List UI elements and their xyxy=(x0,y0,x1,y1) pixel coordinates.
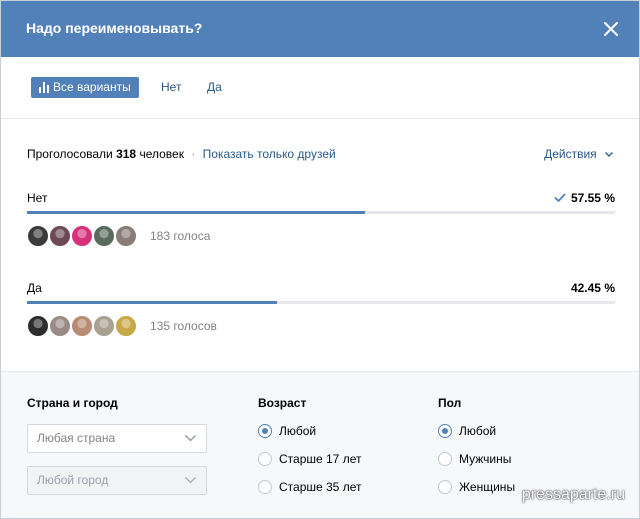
radio-circle xyxy=(438,480,452,494)
tab-no[interactable]: Нет xyxy=(161,77,181,98)
voter-count: 318 xyxy=(116,147,137,161)
radio-circle xyxy=(258,424,272,438)
avatar[interactable] xyxy=(27,315,49,337)
option-label: Нет xyxy=(27,191,48,205)
close-button[interactable] xyxy=(599,17,623,41)
radio-label: Старше 35 лет xyxy=(279,480,362,494)
tab-all-variants[interactable]: Все варианты xyxy=(31,77,139,98)
chevron-down-icon xyxy=(605,152,613,157)
option-percent: 57.55 % xyxy=(570,191,615,205)
poll-results-modal: Надо переименовывать? Все варианты Нет Д… xyxy=(0,0,640,519)
actions-menu[interactable]: Действия xyxy=(544,147,613,161)
radio-label: Любой xyxy=(459,424,497,438)
result-bar-fill xyxy=(27,301,277,304)
summary-suffix: человек xyxy=(139,147,184,161)
vote-summary: Проголосовали 318 человек · Показать тол… xyxy=(27,147,336,161)
show-friends-link[interactable]: Показать только друзей xyxy=(203,147,336,161)
avatar[interactable] xyxy=(27,225,49,247)
avatar[interactable] xyxy=(49,225,71,247)
result-bar-fill xyxy=(27,211,366,214)
variant-tabs: Все варианты Нет Да xyxy=(1,57,639,119)
votes-count[interactable]: 135 голосов xyxy=(150,319,217,333)
city-select-value: Любой город xyxy=(37,473,109,487)
option-percent: 42.45 % xyxy=(570,281,615,295)
result-bar-track xyxy=(27,211,615,214)
chevron-down-icon xyxy=(185,477,196,484)
city-select[interactable]: Любой город xyxy=(27,466,207,495)
close-icon xyxy=(604,22,618,36)
radio-label: Мужчины xyxy=(459,452,512,466)
bar-chart-icon xyxy=(39,82,49,93)
avatar[interactable] xyxy=(71,225,93,247)
radio-circle xyxy=(438,452,452,466)
modal-title: Надо переименовывать? xyxy=(26,20,203,36)
result-bar-track xyxy=(27,301,615,304)
avatar[interactable] xyxy=(93,315,115,337)
summary-separator: · xyxy=(191,147,196,161)
modal-header: Надо переименовывать? xyxy=(1,1,639,57)
avatar[interactable] xyxy=(115,225,137,247)
avatar[interactable] xyxy=(49,315,71,337)
tab-all-label: Все варианты xyxy=(53,80,131,94)
actions-label: Действия xyxy=(544,147,597,161)
radio-label: Женщины xyxy=(459,480,516,494)
check-icon xyxy=(554,193,566,202)
age-filter-title: Возраст xyxy=(258,396,307,410)
country-select-value: Любая страна xyxy=(37,431,116,445)
avatar[interactable] xyxy=(115,315,137,337)
watermark: pressaparte.ru xyxy=(521,486,625,503)
tab-yes[interactable]: Да xyxy=(207,77,222,98)
location-filter-title: Страна и город xyxy=(27,396,118,410)
radio-label: Любой xyxy=(279,424,317,438)
avatar[interactable] xyxy=(93,225,115,247)
country-select[interactable]: Любая страна xyxy=(27,424,207,453)
summary-prefix: Проголосовали xyxy=(27,147,113,161)
avatar[interactable] xyxy=(71,315,93,337)
votes-count[interactable]: 183 голоса xyxy=(150,229,210,243)
radio-circle xyxy=(258,452,272,466)
radio-circle xyxy=(438,424,452,438)
chevron-down-icon xyxy=(185,435,196,442)
option-label: Да xyxy=(27,281,42,295)
radio-label: Старше 17 лет xyxy=(279,452,362,466)
gender-filter-title: Пол xyxy=(438,396,462,410)
radio-circle xyxy=(258,480,272,494)
